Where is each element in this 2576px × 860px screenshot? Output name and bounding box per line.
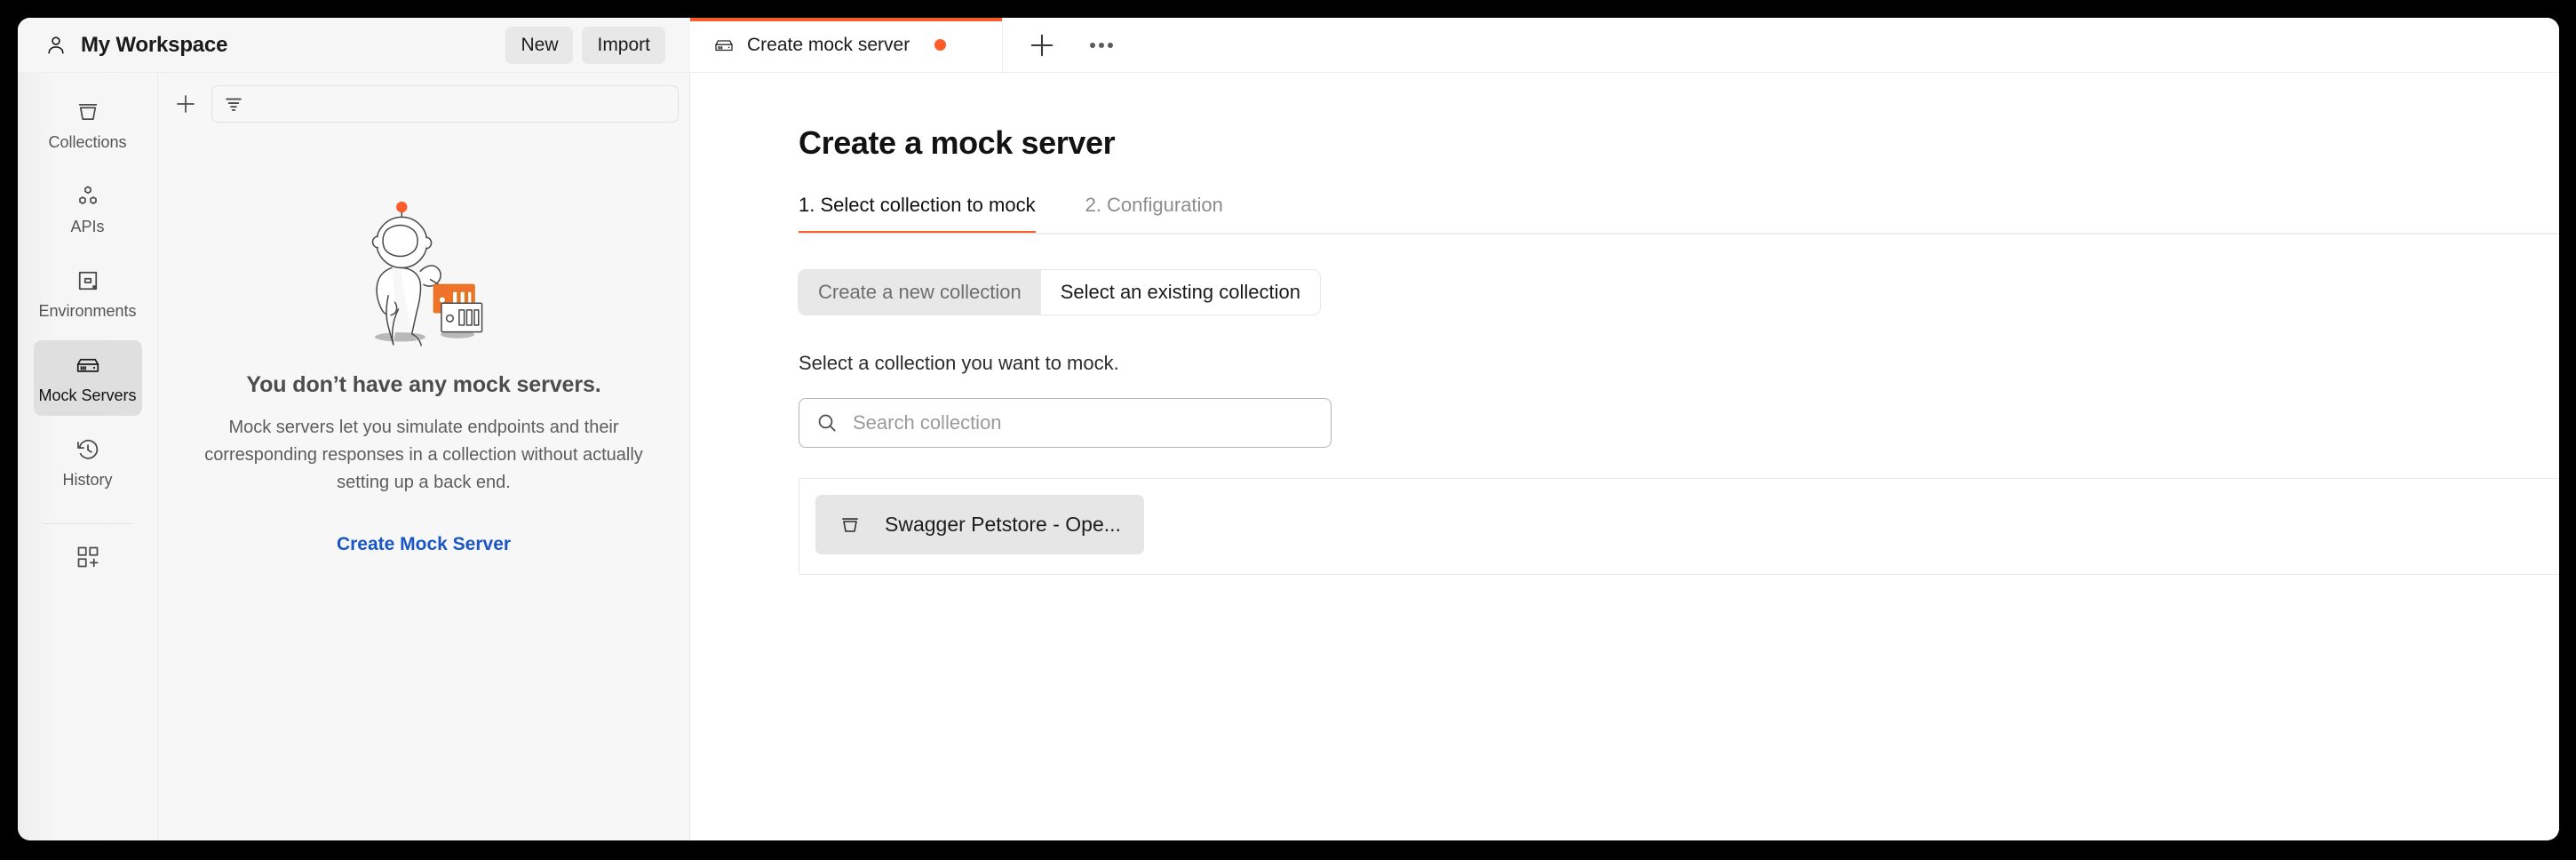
collection-name: Swagger Petstore - Ope... — [885, 513, 1121, 536]
collection-source-segmented-control: Create a new collection Select an existi… — [799, 270, 1320, 315]
create-new-collection-button[interactable]: Create a new collection — [799, 270, 1041, 315]
mock-server-icon — [713, 35, 735, 56]
sidebar-item-environments[interactable]: Environments — [34, 256, 142, 331]
top-bar: My Workspace New Import Create mock serv… — [18, 18, 2559, 73]
main-content: Create a mock server 1. Select collectio… — [690, 73, 2559, 840]
body: Collections APIs Environments Mock Serve… — [18, 73, 2559, 840]
sidebar-rail: Collections APIs Environments Mock Serve… — [18, 73, 158, 840]
workspace-title: My Workspace — [81, 32, 228, 57]
step-tabs-wrap: 1. Select collection to mock 2. Configur… — [799, 194, 2559, 235]
panel-header — [158, 73, 689, 135]
unsaved-indicator-dot — [934, 39, 947, 51]
environments-icon — [75, 267, 101, 294]
filter-icon — [223, 93, 244, 115]
astronaut-with-servers-illustration — [339, 190, 508, 346]
instruction-text: Select a collection you want to mock. — [799, 352, 1119, 374]
mock-server-icon — [75, 352, 101, 378]
import-button[interactable]: Import — [582, 26, 665, 64]
sidebar-item-label: Environments — [38, 302, 137, 320]
search-icon — [815, 411, 839, 434]
search-collection-placeholder: Search collection — [853, 411, 1002, 434]
mock-servers-empty-state: You don’t have any mock servers. Mock se… — [158, 135, 689, 840]
tab-actions — [1003, 18, 1122, 72]
collection-list: Swagger Petstore - Ope... — [799, 478, 2559, 575]
tab-create-mock-server[interactable]: Create mock server — [690, 18, 1003, 72]
workspace-bar: My Workspace New Import — [18, 18, 690, 73]
sidebar-item-label: Collections — [48, 133, 127, 151]
tab-select-collection-to-mock[interactable]: 1. Select collection to mock — [799, 194, 1036, 235]
empty-state-description: Mock servers let you simulate endpoints … — [204, 418, 643, 492]
sidebar-divider — [43, 523, 132, 524]
empty-state-title: You don’t have any mock servers. — [246, 372, 601, 397]
add-mock-server-plus-icon[interactable] — [172, 91, 199, 117]
panel-filter-bar[interactable] — [211, 85, 679, 123]
collection-icon — [839, 514, 862, 537]
tab-bar: Create mock server — [690, 18, 2559, 73]
new-tab-plus-icon[interactable] — [1026, 29, 1058, 61]
tab-more-ellipsis-icon[interactable] — [1090, 42, 1113, 48]
list-item[interactable]: Swagger Petstore - Ope... — [815, 495, 1144, 554]
page-title: Create a mock server — [799, 124, 1116, 161]
sidebar-item-mock-servers[interactable]: Mock Servers — [33, 340, 142, 416]
app-window: My Workspace New Import Create mock serv… — [18, 18, 2559, 840]
tab-configuration[interactable]: 2. Configuration — [1085, 194, 1223, 235]
sidebar-item-apis[interactable]: APIs — [34, 171, 142, 247]
user-icon — [44, 34, 68, 57]
history-icon — [75, 436, 101, 463]
collections-icon — [75, 99, 101, 125]
search-collection-input[interactable]: Search collection — [799, 398, 1332, 448]
mock-servers-panel: You don’t have any mock servers. Mock se… — [158, 73, 690, 840]
sidebar-item-collections[interactable]: Collections — [34, 87, 142, 163]
sidebar-item-history[interactable]: History — [34, 425, 142, 500]
apis-icon — [75, 183, 101, 210]
select-existing-collection-button[interactable]: Select an existing collection — [1040, 270, 1320, 315]
sidebar-item-label: Mock Servers — [38, 386, 137, 404]
tab-label: Create mock server — [747, 34, 910, 55]
add-module-icon[interactable] — [75, 544, 101, 570]
step-tabs: 1. Select collection to mock 2. Configur… — [799, 194, 2559, 235]
sidebar-item-label: History — [62, 471, 113, 489]
sidebar-item-label: APIs — [70, 218, 105, 235]
create-mock-server-link[interactable]: Create Mock Server — [337, 534, 511, 555]
new-button[interactable]: New — [505, 26, 574, 64]
